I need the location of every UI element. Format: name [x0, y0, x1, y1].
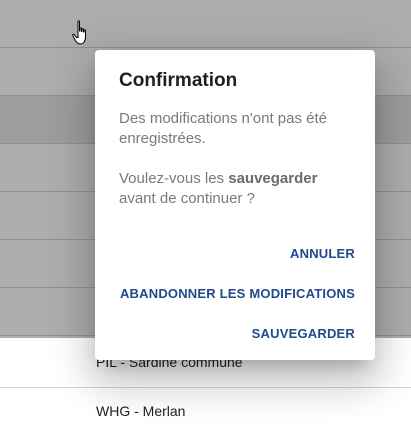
dialog-actions: ANNULER ABANDONNER LES MODIFICATIONS SAU…	[105, 234, 355, 354]
question-suffix: avant de continuer ?	[119, 190, 255, 207]
save-button[interactable]: SAUVEGARDER	[105, 314, 355, 354]
question-bold: sauvegarder	[228, 170, 318, 187]
dialog-content: Des modifications n'ont pas été enregist…	[119, 109, 355, 229]
cancel-button[interactable]: ANNULER	[105, 234, 355, 274]
discard-changes-button[interactable]: ABANDONNER LES MODIFICATIONS	[105, 274, 355, 314]
question-prefix: Voulez-vous les	[119, 170, 229, 187]
dialog-message-unsaved: Des modifications n'ont pas été enregist…	[119, 110, 327, 147]
confirmation-dialog: Confirmation Des modifications n'ont pas…	[95, 50, 375, 360]
dialog-title: Confirmation	[119, 70, 238, 91]
dialog-message-question: Voulez-vous les sauvegarder avant de con…	[119, 169, 355, 209]
hand-pointer-icon	[72, 20, 86, 45]
